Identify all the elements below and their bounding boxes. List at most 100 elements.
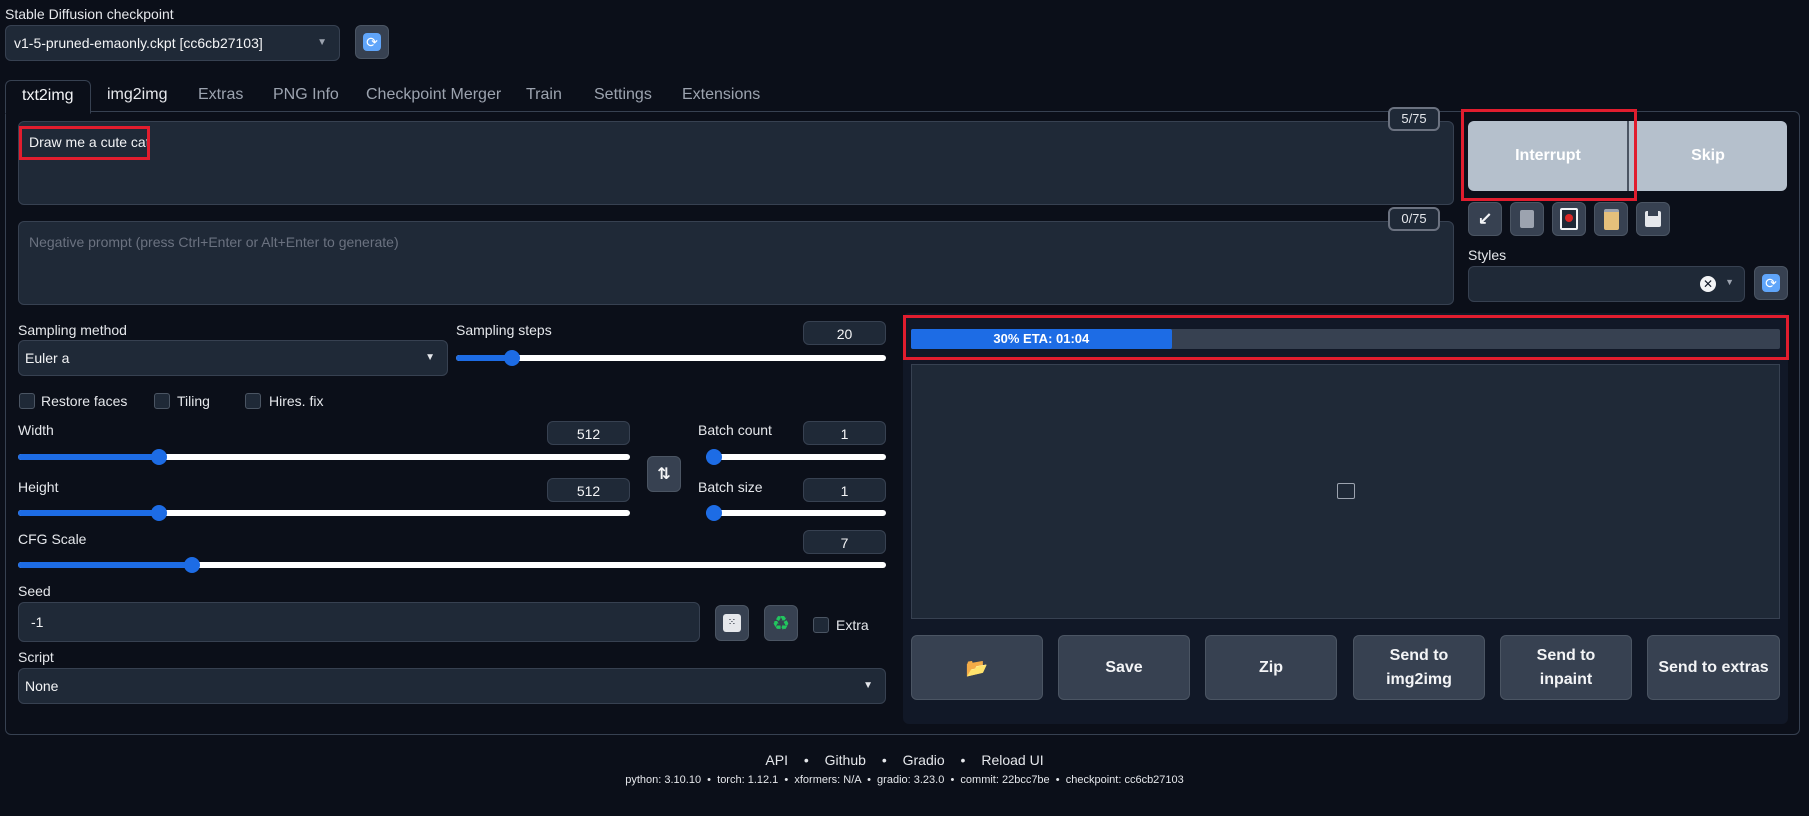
tab-png-info[interactable]: PNG Info xyxy=(273,86,339,104)
footer-link-api[interactable]: API xyxy=(765,752,788,768)
hires-fix-label: Hires. fix xyxy=(269,393,324,409)
tiling-label: Tiling xyxy=(177,393,210,409)
random-seed-button[interactable]: ⁙ xyxy=(715,605,749,641)
cfg-scale-slider[interactable] xyxy=(18,557,886,573)
restore-faces-label: Restore faces xyxy=(41,393,128,409)
dice-icon: ⁙ xyxy=(723,614,741,632)
batch-size-slider[interactable] xyxy=(706,505,886,521)
floppy-disk-icon xyxy=(1645,211,1661,227)
batch-size-label: Batch size xyxy=(698,479,763,495)
sampling-steps-label: Sampling steps xyxy=(456,322,552,338)
image-gallery[interactable] xyxy=(911,364,1780,619)
separator: • xyxy=(960,752,966,768)
checkpoint-dropdown[interactable]: v1-5-pruned-emaonly.ckpt [cc6cb27103] ▼ xyxy=(5,25,340,61)
send-to-inpaint-button[interactable]: Send to inpaint xyxy=(1500,635,1632,700)
prompt-token-counter: 5/75 xyxy=(1388,107,1440,131)
tab-extras[interactable]: Extras xyxy=(198,86,243,104)
sampling-method-dropdown[interactable]: Euler a ▼ xyxy=(18,340,448,376)
tab-txt2img[interactable]: txt2img xyxy=(5,80,91,114)
skip-button[interactable]: Skip xyxy=(1629,121,1787,191)
tab-train[interactable]: Train xyxy=(526,86,562,104)
height-slider[interactable] xyxy=(18,505,630,521)
tab-extensions[interactable]: Extensions xyxy=(682,86,760,104)
slider-thumb[interactable] xyxy=(706,449,722,465)
refresh-styles-button[interactable]: ⟳ xyxy=(1754,266,1788,300)
slider-thumb[interactable] xyxy=(503,350,520,366)
prompt-text: Draw me a cute cat xyxy=(29,134,150,150)
swap-dimensions-button[interactable]: ⇅ xyxy=(647,456,681,492)
tab-settings[interactable]: Settings xyxy=(594,86,652,104)
refresh-icon: ⟳ xyxy=(1762,274,1780,292)
sampling-steps-slider[interactable] xyxy=(456,350,886,366)
save-style-button[interactable] xyxy=(1636,202,1670,236)
tiling-checkbox[interactable] xyxy=(154,393,170,409)
save-button[interactable]: Save xyxy=(1058,635,1190,700)
batch-count-slider[interactable] xyxy=(706,449,886,465)
styles-dropdown[interactable]: ✕ ▼ xyxy=(1468,266,1745,302)
flower-card-icon xyxy=(1560,208,1578,230)
batch-size-input[interactable]: 1 xyxy=(803,478,886,502)
apply-style-button[interactable] xyxy=(1594,202,1628,236)
slider-thumb[interactable] xyxy=(706,505,722,521)
checkpoint-value: v1-5-pruned-emaonly.ckpt [cc6cb27103] xyxy=(14,35,263,51)
script-dropdown[interactable]: None ▼ xyxy=(18,668,886,704)
progress-bar: 30% ETA: 01:04 xyxy=(911,329,1780,349)
sampling-steps-input[interactable]: 20 xyxy=(803,321,886,345)
batch-count-input[interactable]: 1 xyxy=(803,421,886,445)
negative-prompt-token-counter: 0/75 xyxy=(1388,207,1440,231)
read-params-button[interactable]: ↙ xyxy=(1468,202,1502,236)
folder-icon: 📂 xyxy=(965,657,989,678)
tab-img2img[interactable]: img2img xyxy=(107,86,167,104)
chevron-down-icon: ▼ xyxy=(317,37,327,48)
tab-checkpoint-merger[interactable]: Checkpoint Merger xyxy=(366,86,501,104)
recycle-icon: ♻ xyxy=(772,612,790,635)
open-folder-button[interactable]: 📂 xyxy=(911,635,1043,700)
script-value: None xyxy=(25,678,59,694)
chevron-down-icon: ▼ xyxy=(425,352,435,363)
image-placeholder-icon xyxy=(1337,483,1355,499)
clear-icon[interactable]: ✕ xyxy=(1700,276,1716,292)
height-input[interactable]: 512 xyxy=(547,478,630,502)
extra-seed-checkbox[interactable] xyxy=(813,617,829,633)
height-label: Height xyxy=(18,479,59,495)
sampling-method-value: Euler a xyxy=(25,350,70,366)
footer-link-reload-ui[interactable]: Reload UI xyxy=(981,752,1043,768)
footer-link-gradio[interactable]: Gradio xyxy=(903,752,945,768)
refresh-checkpoint-button[interactable]: ⟳ xyxy=(355,25,389,59)
footer-link-github[interactable]: Github xyxy=(825,752,866,768)
restore-faces-checkbox[interactable] xyxy=(19,393,35,409)
footer-links: API • Github • Gradio • Reload UI xyxy=(0,752,1809,768)
checkpoint-label: Stable Diffusion checkpoint xyxy=(5,6,174,22)
separator: • xyxy=(881,752,887,768)
sampling-method-label: Sampling method xyxy=(18,322,127,338)
seed-value: -1 xyxy=(31,614,44,630)
seed-input[interactable]: -1 xyxy=(18,602,700,642)
send-to-img2img-button[interactable]: Send to img2img xyxy=(1353,635,1485,700)
width-input[interactable]: 512 xyxy=(547,421,630,445)
negative-prompt-textarea[interactable]: Negative prompt (press Ctrl+Enter or Alt… xyxy=(18,221,1454,305)
slider-thumb[interactable] xyxy=(150,505,167,521)
send-to-extras-button[interactable]: Send to extras xyxy=(1647,635,1780,700)
interrupt-button[interactable]: Interrupt xyxy=(1468,121,1628,191)
refresh-icon: ⟳ xyxy=(363,33,381,51)
negative-prompt-placeholder: Negative prompt (press Ctrl+Enter or Alt… xyxy=(29,234,399,250)
arrow-down-left-icon: ↙ xyxy=(1477,208,1493,229)
hires-fix-checkbox[interactable] xyxy=(245,393,261,409)
slider-thumb[interactable] xyxy=(183,557,200,573)
cfg-scale-label: CFG Scale xyxy=(18,531,87,547)
clipboard-icon xyxy=(1603,208,1619,230)
cfg-scale-input[interactable]: 7 xyxy=(803,530,886,554)
clear-prompt-button[interactable] xyxy=(1510,202,1544,236)
seed-label: Seed xyxy=(18,583,51,599)
extra-networks-button[interactable] xyxy=(1552,202,1586,236)
swap-arrows-icon: ⇅ xyxy=(657,466,671,483)
slider-thumb[interactable] xyxy=(150,449,167,465)
separator: • xyxy=(803,752,809,768)
extra-seed-label: Extra xyxy=(836,617,869,633)
zip-button[interactable]: Zip xyxy=(1205,635,1337,700)
chevron-down-icon: ▼ xyxy=(863,680,873,691)
width-label: Width xyxy=(18,422,54,438)
prompt-textarea[interactable]: Draw me a cute cat xyxy=(18,121,1454,205)
width-slider[interactable] xyxy=(18,449,630,465)
reuse-seed-button[interactable]: ♻ xyxy=(764,605,798,641)
